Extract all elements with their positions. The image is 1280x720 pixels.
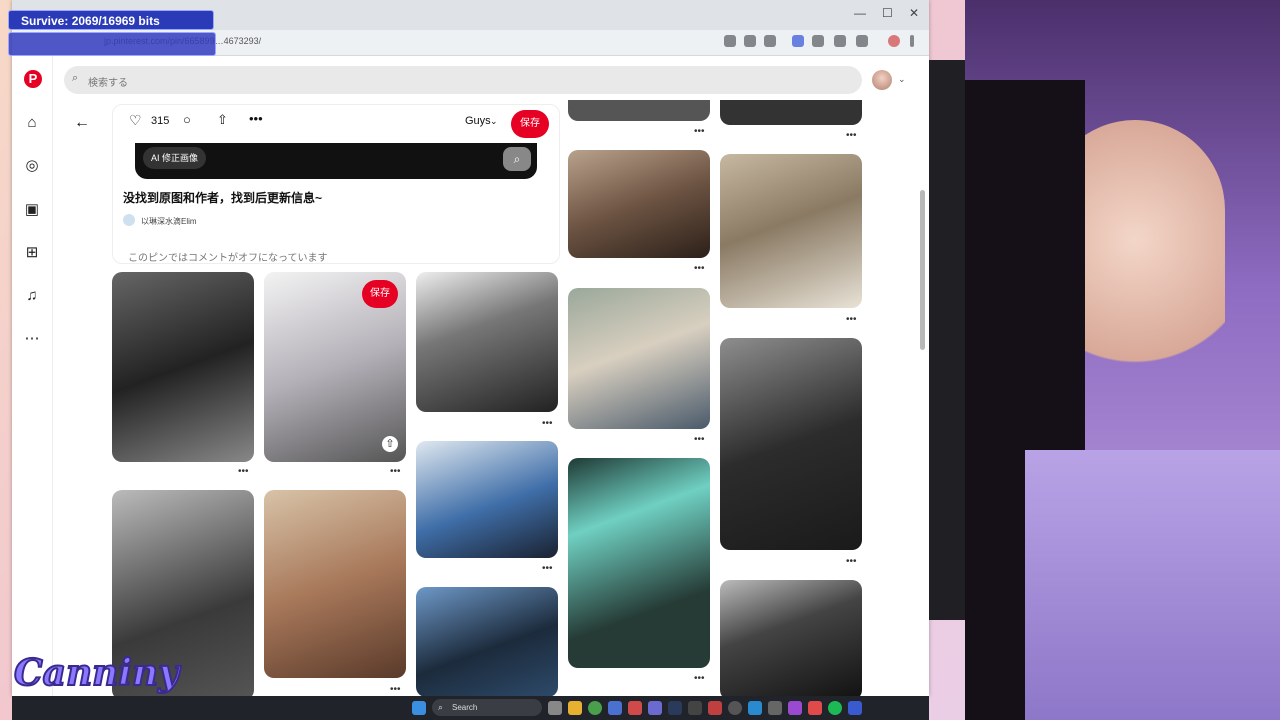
share-icon[interactable]: ⇧ <box>217 112 228 128</box>
search-placeholder: 検索する <box>88 78 128 89</box>
back-arrow-icon[interactable]: ← <box>74 114 90 132</box>
maximize-icon[interactable]: ☐ <box>882 6 893 20</box>
search-icon: ⌕ <box>72 72 79 84</box>
comments-off-notice: このピンではコメントがオフになっています <box>128 253 328 264</box>
app-icon[interactable] <box>708 701 722 715</box>
app-icon[interactable] <box>808 701 822 715</box>
more-icon[interactable]: ••• <box>694 434 705 445</box>
cast-icon[interactable] <box>744 35 756 47</box>
chevron-down-icon[interactable]: ⌄ <box>898 74 906 85</box>
more-icon[interactable]: ••• <box>238 466 249 477</box>
notifications-icon[interactable]: ♫ <box>23 287 41 305</box>
pin-image[interactable] <box>416 272 558 412</box>
translate-icon[interactable] <box>724 35 736 47</box>
more-icon[interactable]: ••• <box>249 111 263 126</box>
pin-image[interactable] <box>720 100 862 125</box>
pin-image[interactable] <box>568 100 710 121</box>
search-icon: ⌕ <box>438 702 444 712</box>
pin-image[interactable] <box>720 154 862 308</box>
pin-image[interactable] <box>416 587 558 696</box>
app-icon[interactable] <box>768 701 782 715</box>
pin-image[interactable] <box>416 441 558 558</box>
pin-image[interactable] <box>568 150 710 258</box>
steam-icon[interactable] <box>668 701 682 715</box>
pin-image[interactable] <box>568 288 710 429</box>
more-icon[interactable]: ••• <box>694 126 705 137</box>
pin-image-bottom: AI 修正画像 ⌕ <box>135 143 537 179</box>
extension-icon[interactable] <box>812 35 824 47</box>
profile-icon[interactable] <box>888 35 900 47</box>
home-icon[interactable]: ⌂ <box>23 114 41 132</box>
pin-image[interactable] <box>720 580 862 696</box>
share-icon[interactable]: ⇧ <box>382 436 398 452</box>
more-icon[interactable]: ••• <box>694 263 705 274</box>
ai-edit-button[interactable]: AI 修正画像 <box>143 147 207 169</box>
board-select[interactable]: Guys <box>465 115 491 127</box>
spotify-icon[interactable] <box>828 701 842 715</box>
app-icon[interactable] <box>608 701 622 715</box>
create-icon[interactable]: ⊞ <box>23 244 41 262</box>
save-button[interactable]: 保存 <box>511 110 549 138</box>
streamer-outfit <box>1025 450 1280 720</box>
app-icon[interactable] <box>688 701 702 715</box>
file-explorer-icon[interactable] <box>568 701 582 715</box>
more-icon[interactable]: ••• <box>694 673 705 684</box>
pin-image[interactable] <box>264 490 406 678</box>
chrome-icon[interactable] <box>588 701 602 715</box>
app-icon[interactable] <box>628 701 642 715</box>
more-icon[interactable]: ••• <box>542 418 553 429</box>
chevron-down-icon[interactable]: ⌄ <box>490 116 498 127</box>
star-icon[interactable] <box>764 35 776 47</box>
more-icon[interactable]: ••• <box>390 684 401 695</box>
menu-dots-icon[interactable] <box>910 35 914 47</box>
task-view-icon[interactable] <box>548 701 562 715</box>
explore-icon[interactable]: ◎ <box>23 157 41 175</box>
app-icon[interactable] <box>788 701 802 715</box>
more-icon[interactable]: ••• <box>542 563 553 574</box>
pin-image[interactable] <box>720 338 862 550</box>
channel-logo: Canniny <box>13 651 180 695</box>
pin-image[interactable] <box>568 458 710 668</box>
more-icon[interactable]: ••• <box>846 314 857 325</box>
save-button[interactable]: 保存 <box>362 280 398 308</box>
more-icon[interactable]: ••• <box>846 556 857 567</box>
pinterest-logo-icon[interactable]: P <box>24 70 42 88</box>
minimize-icon[interactable]: — <box>854 6 866 20</box>
extension-icon[interactable] <box>792 35 804 47</box>
obs-icon[interactable] <box>728 701 742 715</box>
search-input[interactable]: ⌕ 検索する <box>64 66 862 94</box>
background-window <box>929 60 965 620</box>
bits-goal-bar <box>8 32 216 56</box>
close-icon[interactable]: ✕ <box>909 6 919 20</box>
like-count: 315 <box>151 115 170 127</box>
windows-taskbar: ⌕ Search <box>12 696 929 720</box>
taskbar-search[interactable]: ⌕ Search <box>432 699 542 716</box>
bits-goal-banner: Survive: 2069/16969 bits <box>8 10 214 30</box>
pin-image[interactable] <box>112 272 254 462</box>
puzzle-icon[interactable] <box>856 35 868 47</box>
browser-window: — ☐ ✕ jp.pinterest.com/pin/665899…467329… <box>12 0 929 696</box>
edge-icon[interactable] <box>748 701 762 715</box>
scrollbar[interactable] <box>920 190 925 350</box>
author-name[interactable]: 以琳深水滴Elim <box>141 216 197 227</box>
pinterest-sidebar: P ⌂ ◎ ▣ ⊞ ♫ ⋯ <box>12 56 53 696</box>
windows-start-icon[interactable] <box>412 701 426 715</box>
extension-icon[interactable] <box>834 35 846 47</box>
visual-search-icon[interactable]: ⌕ <box>503 147 531 171</box>
avatar[interactable] <box>872 70 892 90</box>
taskbar-search-label: Search <box>452 703 478 712</box>
app-icon[interactable] <box>648 701 662 715</box>
boards-icon[interactable]: ▣ <box>23 201 41 219</box>
more-icon[interactable]: ••• <box>390 466 401 477</box>
pin-detail-card: ♡ 315 ○ ⇧ ••• Guys ⌄ 保存 AI 修正画像 ⌕ 没找到原图和… <box>112 104 560 264</box>
author-avatar[interactable] <box>123 214 135 226</box>
messages-icon[interactable]: ⋯ <box>23 330 41 348</box>
app-icon[interactable] <box>848 701 862 715</box>
webcam-feed <box>965 0 1280 720</box>
heart-icon[interactable]: ♡ <box>129 112 142 129</box>
pin-image[interactable]: 保存 ⇧ <box>264 272 406 462</box>
pin-title: 没找到原图和作者，找到后更新信息~ <box>123 191 323 205</box>
comment-icon[interactable]: ○ <box>183 112 191 127</box>
more-icon[interactable]: ••• <box>846 130 857 141</box>
